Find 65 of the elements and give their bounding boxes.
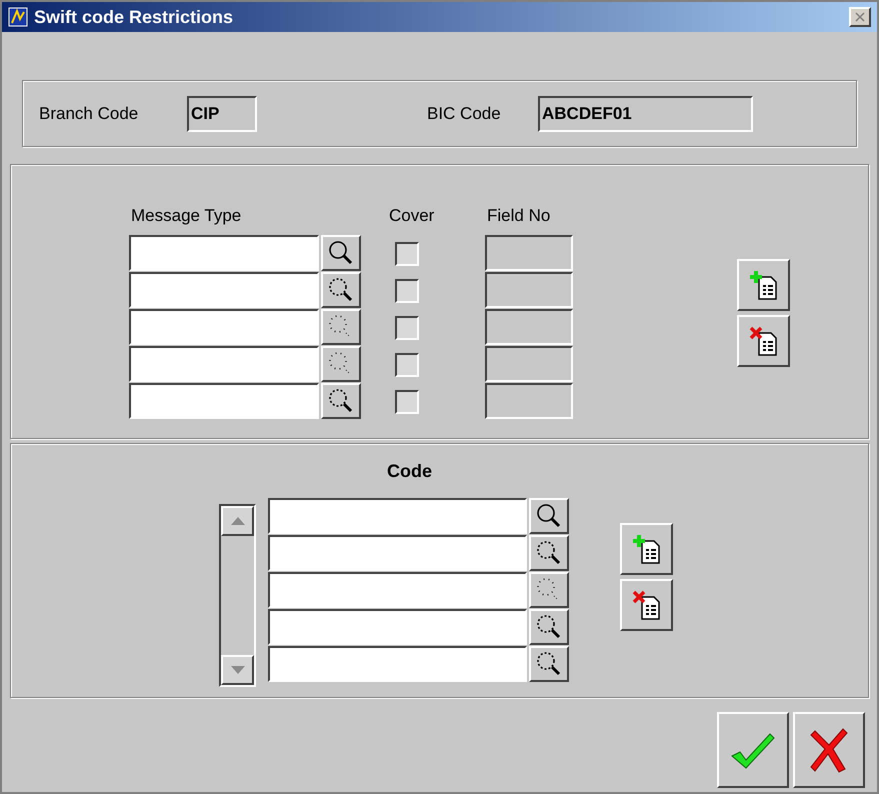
search-icon (536, 503, 562, 529)
down-arrow-icon (230, 666, 244, 674)
field-no-field[interactable] (485, 346, 573, 382)
cover-checkbox[interactable] (395, 242, 419, 266)
ok-button[interactable] (717, 712, 789, 788)
lookup-button[interactable] (529, 609, 569, 645)
search-icon (536, 540, 562, 566)
app-icon (8, 7, 28, 27)
field-no-field[interactable] (485, 309, 573, 345)
delete-document-icon (632, 589, 662, 621)
cover-checkbox[interactable] (395, 352, 419, 376)
add-document-icon (748, 269, 778, 301)
column-header: Cover (389, 205, 434, 227)
delete-row-button[interactable] (737, 315, 790, 367)
message-type-field[interactable] (129, 383, 319, 419)
message-type-field[interactable] (129, 235, 319, 271)
search-icon (536, 651, 562, 677)
up-arrow-icon (230, 517, 244, 525)
field-no-field[interactable] (485, 272, 573, 308)
add-row-button[interactable] (737, 259, 790, 311)
scroll-up-button[interactable] (221, 506, 254, 536)
message-type-field[interactable] (129, 309, 319, 345)
search-icon (536, 614, 562, 640)
code-field[interactable] (268, 646, 527, 682)
bic-code-field[interactable]: ABCDEF01 (538, 96, 753, 132)
code-field[interactable] (268, 609, 527, 645)
column-header: Message Type (130, 205, 242, 227)
cover-checkbox[interactable] (395, 316, 419, 340)
code-field[interactable] (268, 535, 527, 571)
search-icon (328, 388, 354, 414)
message-type-field[interactable] (129, 272, 319, 308)
code-field[interactable] (268, 498, 527, 534)
bic-code-label: BIC Code (427, 102, 502, 125)
cover-checkbox[interactable] (395, 278, 419, 302)
lookup-button[interactable] (529, 498, 569, 534)
search-icon (328, 240, 354, 266)
branch-code-field[interactable]: CIP (187, 96, 257, 132)
cancel-button[interactable] (793, 712, 865, 788)
lookup-button[interactable] (321, 383, 361, 419)
add-row-button[interactable] (620, 523, 673, 575)
lookup-button[interactable] (321, 272, 361, 308)
field-no-field[interactable] (485, 383, 573, 419)
field-no-field[interactable] (485, 235, 573, 271)
lookup-button[interactable] (529, 646, 569, 682)
section-title: Code (387, 460, 432, 483)
message-type-field[interactable] (129, 346, 319, 382)
cover-checkbox[interactable] (395, 390, 419, 414)
lookup-button[interactable] (321, 346, 361, 382)
delete-document-icon (748, 325, 778, 357)
lookup-button[interactable] (529, 535, 569, 571)
add-document-icon (632, 533, 662, 565)
delete-row-button[interactable] (620, 579, 673, 631)
branch-code-label: Branch Code (39, 102, 140, 125)
close-button[interactable] (849, 7, 871, 27)
column-header: Field No (486, 205, 552, 227)
search-icon (328, 277, 354, 303)
code-field[interactable] (268, 572, 527, 608)
lookup-button[interactable] (321, 235, 361, 271)
cross-icon (809, 727, 849, 773)
lookup-button[interactable] (529, 572, 569, 608)
window-title: Swift code Restrictions (34, 6, 234, 28)
close-icon (855, 12, 865, 22)
scrollbar[interactable] (219, 504, 256, 687)
scroll-down-button[interactable] (221, 655, 254, 685)
lookup-button[interactable] (321, 309, 361, 345)
